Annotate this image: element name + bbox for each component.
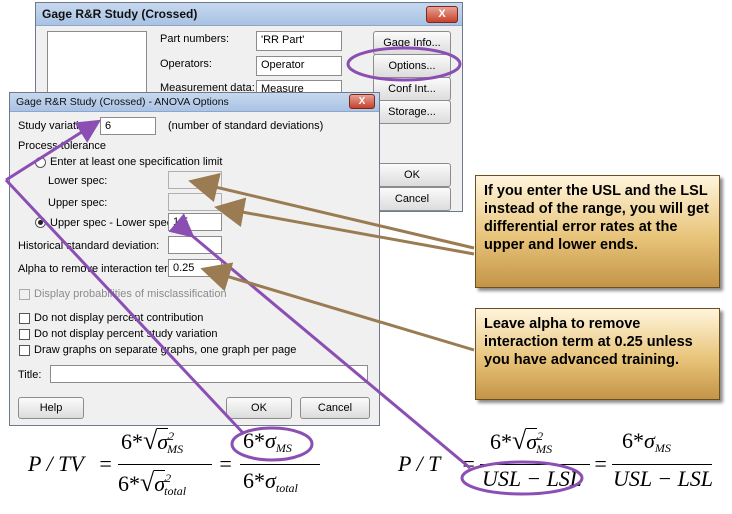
purple-line-study-to-sigma: [4, 178, 246, 436]
arrow-to-lower-spec: [188, 172, 475, 250]
arrow-to-alpha: [200, 262, 475, 352]
options-button-highlight: [346, 46, 462, 82]
annotation-overlay: [4, 46, 584, 496]
purple-line-spec-to-usl-lsl: [168, 213, 471, 470]
arrow-to-upper-spec: [214, 197, 475, 256]
purple-line-to-study-variation: [5, 119, 102, 182]
usl-lsl-highlight: [460, 460, 584, 496]
